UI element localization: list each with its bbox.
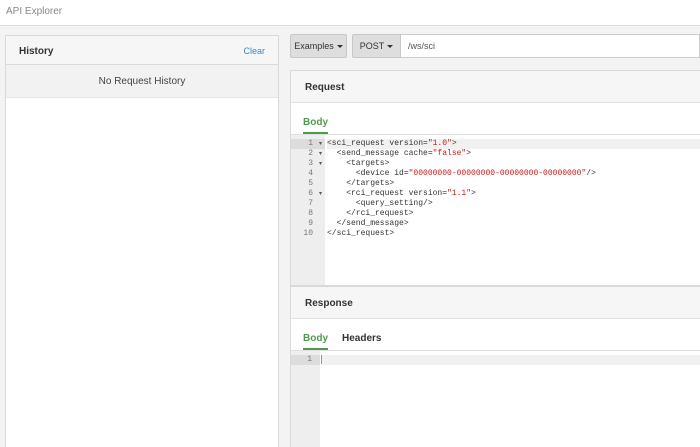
code-line: <sci_request version="1.0"> (327, 139, 700, 149)
line-number: 1 (291, 355, 320, 365)
code-line: <device id="00000000-00000000-00000000-0… (327, 169, 596, 178)
request-code-editor[interactable]: 1 ▾ 2 ▾ 3 ▾ 4 5 6 ▾ 7 8 9 10 <sci_request version="1.… (291, 135, 700, 285)
line-number: 8 (308, 209, 313, 218)
code-line: </targets> (327, 179, 395, 188)
fold-arrow-icon[interactable]: ▾ (319, 139, 322, 149)
examples-dropdown-button[interactable]: Examples (290, 34, 347, 58)
code-line: </send_message> (327, 219, 409, 228)
response-gutter: 1 (291, 351, 320, 447)
history-header: History Clear (6, 36, 278, 65)
code-line: <targets> (327, 159, 390, 168)
app-title: API Explorer (6, 6, 63, 17)
line-number: 9 (308, 219, 313, 228)
line-number: 7 (308, 199, 313, 208)
code-line: <rci_request version="1.1"> (327, 189, 476, 198)
request-code[interactable]: <sci_request version="1.0"> <send_messag… (327, 139, 700, 239)
request-header: Request (291, 71, 700, 103)
fold-arrow-icon[interactable]: ▾ (319, 159, 322, 169)
response-panel: Response Body Headers 1 (290, 286, 700, 447)
top-bar: API Explorer (0, 0, 700, 26)
request-tabs: Body (291, 103, 700, 135)
code-line: </sci_request> (327, 229, 395, 238)
response-code-editor[interactable]: 1 (291, 351, 700, 447)
line-number: 4 (308, 169, 313, 178)
request-gutter: 1 ▾ 2 ▾ 3 ▾ 4 5 6 ▾ 7 8 9 10 (291, 135, 325, 285)
code-line (321, 355, 700, 365)
url-input[interactable] (401, 34, 700, 58)
response-header: Response (291, 287, 700, 319)
examples-label: Examples (294, 41, 334, 51)
response-code[interactable] (321, 355, 700, 365)
method-label: POST (359, 41, 385, 51)
clear-history-link[interactable]: Clear (243, 46, 265, 56)
response-tabs: Body Headers (291, 319, 700, 351)
line-number: 6 ▾ (308, 189, 322, 199)
chevron-down-icon (387, 45, 394, 49)
request-panel: Request Body 1 ▾ 2 ▾ 3 ▾ 4 5 6 ▾ 7 8 9 10 <sci_reques… (290, 70, 700, 286)
response-title: Response (305, 298, 353, 309)
line-number: 3 ▾ (308, 159, 322, 169)
response-tab-headers[interactable]: Headers (342, 333, 381, 348)
code-line: <query_setting/> (327, 199, 433, 208)
fold-arrow-icon[interactable]: ▾ (319, 189, 322, 199)
request-tab-body[interactable]: Body (303, 117, 328, 134)
response-tab-body[interactable]: Body (303, 333, 328, 350)
line-number: 1 ▾ (291, 139, 325, 149)
history-empty-message: No Request History (6, 65, 278, 98)
fold-arrow-icon[interactable]: ▾ (319, 149, 322, 159)
line-number: 5 (308, 179, 313, 188)
history-title: History (19, 46, 54, 57)
line-number: 2 ▾ (308, 149, 322, 159)
code-line: <send_message cache="false"> (327, 149, 472, 158)
text-cursor (321, 355, 322, 364)
line-number: 10 (303, 229, 313, 238)
request-title: Request (305, 82, 345, 93)
method-dropdown-button[interactable]: POST (352, 34, 401, 58)
chevron-down-icon (336, 45, 343, 49)
history-panel: History Clear No Request History (5, 35, 279, 447)
code-line: </rci_request> (327, 209, 414, 218)
